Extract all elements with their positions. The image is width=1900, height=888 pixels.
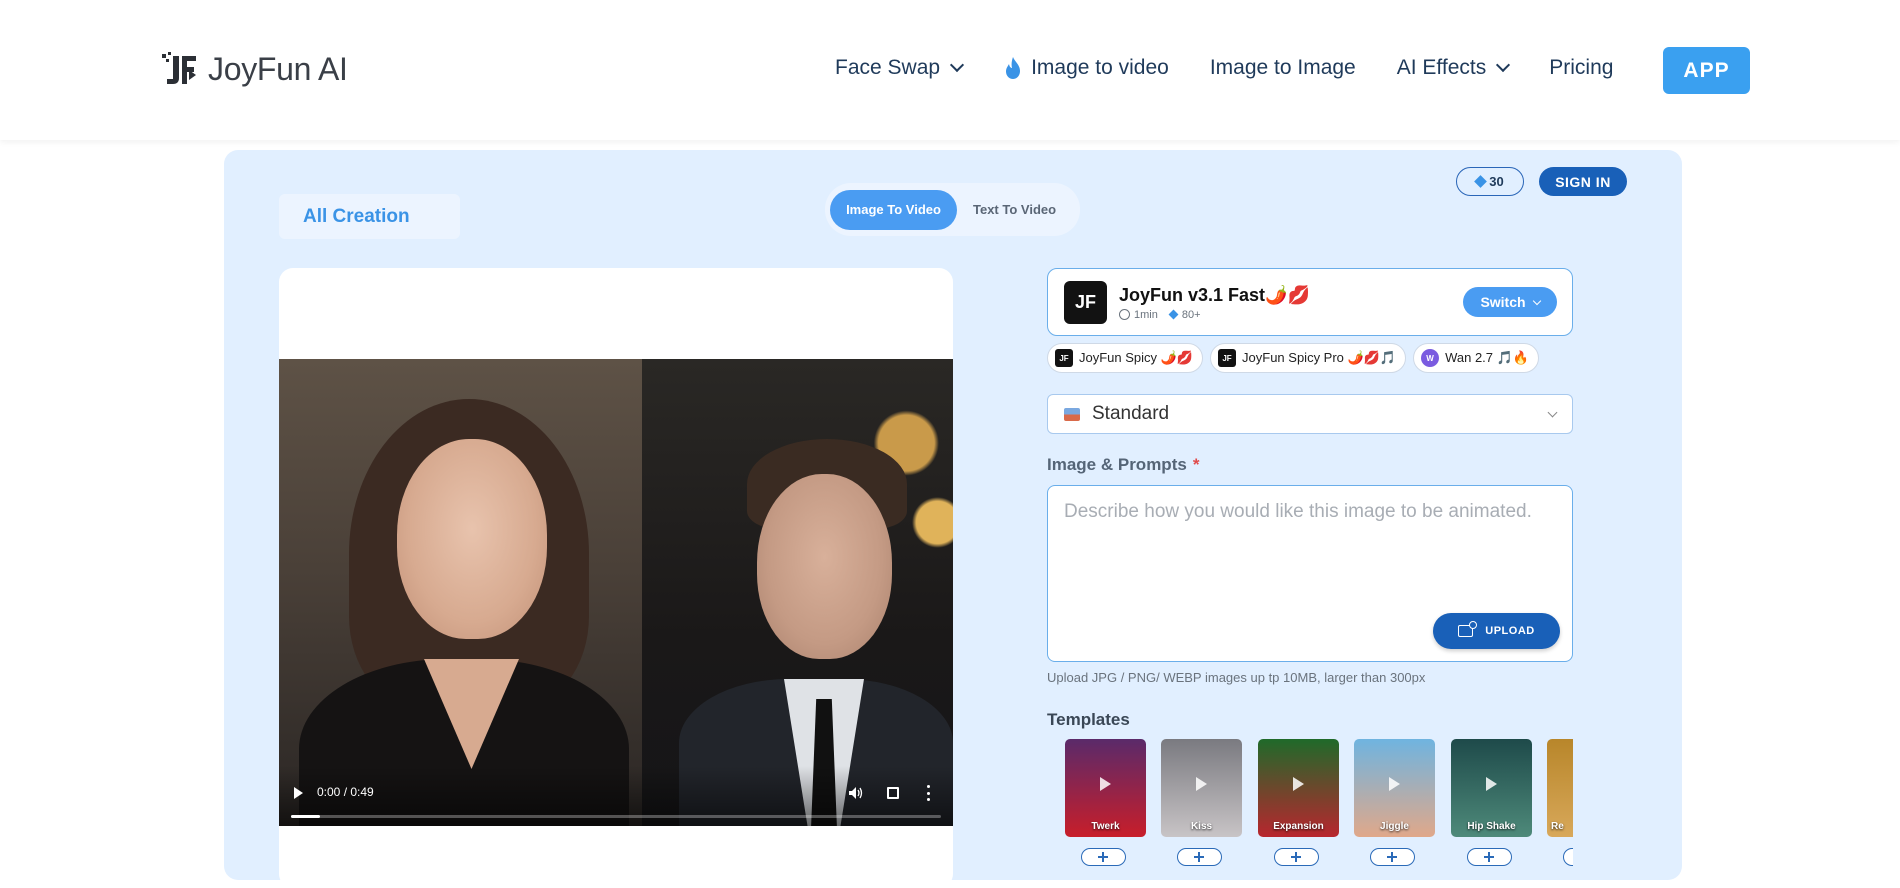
add-template-button[interactable]	[1370, 848, 1415, 866]
template-label: Re	[1551, 821, 1564, 832]
chip-wan[interactable]: W Wan 2.7 🎵🔥	[1413, 343, 1539, 373]
chip-label: Wan 2.7 🎵🔥	[1445, 350, 1529, 365]
diamond-icon	[1474, 175, 1488, 188]
chip-joyfun-spicy-pro[interactable]: JF JoyFun Spicy Pro 🌶️💋🎵	[1210, 343, 1407, 373]
diamond-icon	[1168, 309, 1179, 320]
app-button[interactable]: APP	[1663, 47, 1750, 94]
video-time: 0:00 / 0:49	[317, 785, 374, 799]
joyfun-logo-icon	[162, 52, 196, 84]
site-header: JoyFun AI Face Swap Image to video Image…	[0, 0, 1900, 140]
play-icon	[1196, 777, 1207, 791]
play-icon[interactable]	[294, 787, 303, 799]
video-progress-fill	[291, 815, 321, 818]
chip-label: JoyFun Spicy Pro 🌶️💋🎵	[1242, 350, 1397, 365]
nav-ai-effects-label: AI Effects	[1396, 56, 1487, 79]
nav-face-swap[interactable]: Face Swap	[835, 56, 965, 80]
model-duration: 1min	[1119, 309, 1158, 321]
play-icon	[1389, 777, 1400, 791]
model-selector[interactable]: JF JoyFun v3.1 Fast🌶️💋 1min 80+ Switch	[1047, 268, 1573, 336]
joyfun-logo[interactable]: JoyFun AI	[160, 50, 348, 88]
add-template-button[interactable]	[1177, 848, 1222, 866]
switch-label: Switch	[1480, 294, 1526, 310]
video-frame-woman	[279, 359, 642, 826]
template-card[interactable]: Kiss	[1161, 739, 1242, 837]
add-template-button[interactable]	[1274, 848, 1319, 866]
model-meta: 1min 80+	[1119, 309, 1201, 321]
template-card[interactable]: Twerk	[1065, 739, 1146, 837]
model-logo: JF	[1064, 281, 1107, 324]
upload-image-icon	[1458, 621, 1478, 637]
template-label: Jiggle	[1380, 821, 1409, 832]
template-label: Kiss	[1190, 821, 1213, 832]
chevron-down-icon	[1532, 296, 1541, 305]
nav-pricing-label: Pricing	[1549, 56, 1614, 79]
mode-tabs: Image To Video Text To Video	[825, 183, 1080, 236]
image-icon	[1064, 407, 1080, 421]
prompt-label-text: Image & Prompts	[1047, 455, 1187, 474]
play-icon	[1100, 777, 1111, 791]
chevron-down-icon	[1496, 57, 1511, 73]
sign-in-button[interactable]: SIGN IN	[1539, 167, 1627, 196]
chip-label: JoyFun Spicy 🌶️💋	[1079, 350, 1194, 365]
upload-label: UPLOAD	[1485, 625, 1535, 637]
template-card[interactable]: Jiggle	[1354, 739, 1435, 837]
upload-hint: Upload JPG / PNG/ WEBP images up tp 10MB…	[1047, 670, 1426, 685]
more-options-icon[interactable]	[927, 785, 931, 801]
add-template-button[interactable]	[1563, 848, 1573, 866]
template-card[interactable]: Re	[1547, 739, 1573, 837]
joyfun-chip-icon: JF	[1055, 349, 1073, 367]
wan-chip-icon: W	[1421, 349, 1440, 367]
add-template-button[interactable]	[1467, 848, 1512, 866]
logo-text: JoyFun AI	[208, 50, 348, 87]
main-nav: Face Swap Image to video Image to Image …	[835, 56, 1654, 80]
video-preview-card: 0:00 / 0:49	[279, 268, 953, 888]
nav-image-to-video[interactable]: Image to video	[1003, 56, 1169, 80]
creation-panel: All Creation Image To Video Text To Vide…	[224, 150, 1682, 888]
volume-icon[interactable]	[849, 787, 863, 799]
nav-pricing[interactable]: Pricing	[1549, 56, 1613, 80]
all-creation-button[interactable]: All Creation	[279, 194, 460, 239]
template-card[interactable]: Hip Shake	[1451, 739, 1532, 837]
video-progress-bar[interactable]	[291, 815, 941, 818]
prompt-box: UPLOAD	[1047, 485, 1573, 662]
tab-text-to-video[interactable]: Text To Video	[957, 190, 1072, 230]
chevron-down-icon	[1547, 407, 1558, 418]
preview-video[interactable]: 0:00 / 0:49	[279, 359, 953, 826]
required-mark: *	[1192, 455, 1200, 474]
credits-value: 30	[1489, 174, 1504, 189]
model-chips: JF JoyFun Spicy 🌶️💋 JF JoyFun Spicy Pro …	[1047, 343, 1539, 373]
chevron-down-icon	[949, 57, 965, 73]
add-template-button[interactable]	[1081, 848, 1126, 866]
prompt-input[interactable]	[1049, 487, 1571, 607]
nav-image-to-image-label: Image to Image	[1209, 56, 1356, 79]
quality-value: Standard	[1092, 403, 1170, 424]
templates-title: Templates	[1047, 710, 1130, 729]
switch-model-button[interactable]: Switch	[1463, 287, 1557, 317]
credits-badge[interactable]: 30	[1456, 167, 1524, 196]
joyfun-chip-icon: JF	[1218, 349, 1237, 367]
prompt-label: Image & Prompts *	[1047, 455, 1199, 475]
nav-image-to-image[interactable]: Image to Image	[1210, 56, 1356, 80]
model-name: JoyFun v3.1 Fast🌶️💋	[1119, 285, 1310, 305]
flame-icon	[1006, 57, 1021, 79]
clock-icon	[1119, 309, 1130, 320]
chip-joyfun-spicy[interactable]: JF JoyFun Spicy 🌶️💋	[1047, 343, 1204, 373]
tab-image-to-video[interactable]: Image To Video	[830, 189, 957, 230]
template-label: Twerk	[1091, 821, 1120, 832]
fullscreen-icon[interactable]	[887, 787, 899, 799]
templates-carousel: Twerk Kiss Expansion Jiggle Hip Shake Re	[1065, 739, 1573, 869]
upload-button[interactable]: UPLOAD	[1433, 613, 1560, 649]
template-label: Expansion	[1273, 821, 1324, 832]
nav-image-to-video-label: Image to video	[1031, 56, 1169, 79]
nav-face-swap-label: Face Swap	[835, 56, 941, 79]
model-cost: 80+	[1168, 309, 1201, 321]
quality-select[interactable]: Standard	[1047, 394, 1573, 434]
template-card[interactable]: Expansion	[1258, 739, 1339, 837]
nav-ai-effects[interactable]: AI Effects	[1396, 56, 1511, 80]
video-controls: 0:00 / 0:49	[279, 766, 953, 826]
play-icon	[1486, 777, 1497, 791]
template-label: Hip Shake	[1467, 821, 1516, 832]
play-icon	[1293, 777, 1304, 791]
